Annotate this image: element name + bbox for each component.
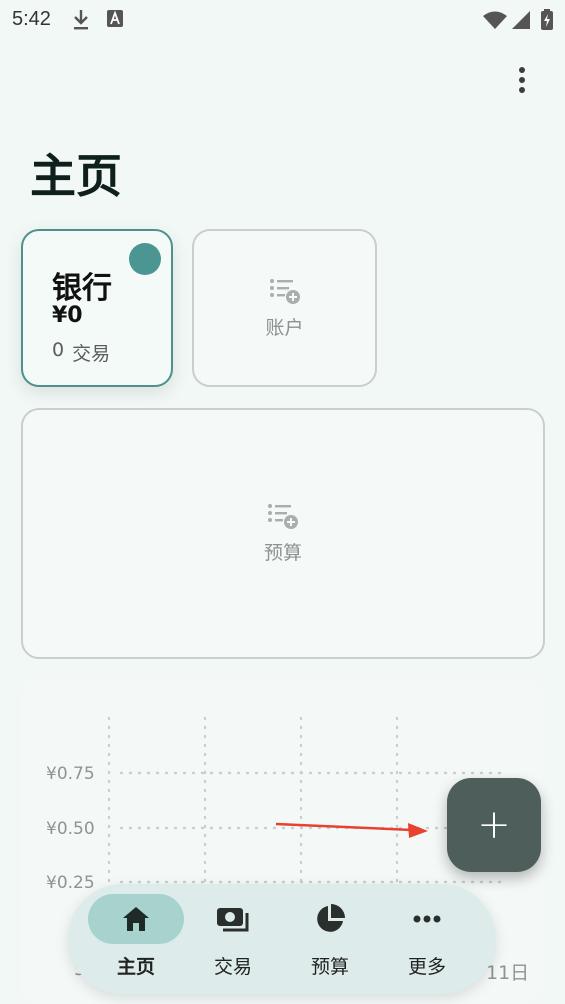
- status-time: 5:42: [12, 8, 51, 30]
- battery-charging-icon: [541, 9, 553, 30]
- nav-indicator: [185, 894, 281, 944]
- add-account-card[interactable]: 账户: [192, 229, 377, 387]
- y-tick-label: ¥0.25: [46, 873, 95, 893]
- budget-pie-icon: [317, 904, 345, 932]
- list-add-icon: [268, 504, 298, 529]
- transaction-label: 交易: [72, 343, 111, 365]
- nav-indicator: [379, 894, 475, 944]
- page-title: 主页: [30, 149, 122, 203]
- nav-item-budget[interactable]: 预算: [282, 894, 378, 990]
- bank-account-card[interactable]: 银行 ¥0 0 交易: [21, 229, 173, 387]
- transactions-icon: [217, 908, 249, 932]
- nav-label: 更多: [407, 956, 446, 978]
- nav-item-home[interactable]: 主页: [88, 894, 184, 990]
- nav-label: 交易: [213, 956, 252, 978]
- list-add-icon: [269, 278, 300, 304]
- nav-item-transactions[interactable]: 交易: [185, 894, 281, 990]
- menu-dot: [519, 87, 525, 93]
- add-account-label: 账户: [265, 316, 304, 339]
- account-balance: ¥0: [52, 303, 83, 328]
- add-budget-card[interactable]: 预算: [21, 408, 545, 659]
- download-icon: [74, 10, 88, 30]
- keyboard-a-icon: [107, 10, 123, 27]
- more-horizontal-icon: [413, 915, 441, 923]
- nav-label: 主页: [116, 956, 155, 978]
- overflow-menu-button[interactable]: [504, 62, 540, 98]
- bottom-navigation: 主页 交易 预算 更多: [68, 884, 496, 994]
- home-icon: [123, 907, 149, 931]
- add-budget-label: 预算: [263, 542, 302, 564]
- signal-icon: [512, 11, 530, 29]
- y-tick-label: ¥0.75: [46, 764, 95, 784]
- account-color-dot: [129, 243, 161, 275]
- y-tick-label: ¥0.50: [46, 819, 95, 839]
- menu-dot: [519, 77, 525, 83]
- add-transaction-fab[interactable]: +: [447, 778, 541, 872]
- account-name: 银行: [52, 271, 112, 306]
- status-bar: 5:42: [0, 0, 565, 40]
- nav-label: 预算: [310, 956, 349, 978]
- plus-icon: +: [477, 802, 511, 848]
- nav-indicator: [282, 894, 378, 944]
- wifi-icon: [483, 11, 507, 29]
- x-tick-label: 11日: [486, 962, 530, 984]
- nav-item-more[interactable]: 更多: [379, 894, 475, 990]
- nav-indicator: [88, 894, 184, 944]
- menu-dot: [519, 67, 525, 73]
- account-transactions: 0 交易: [52, 339, 110, 366]
- transaction-count: 0: [52, 339, 65, 361]
